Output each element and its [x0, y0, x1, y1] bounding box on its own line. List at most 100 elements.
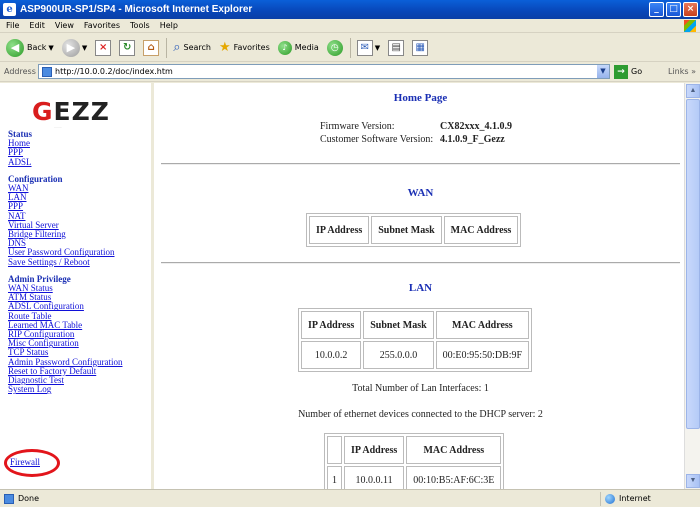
menu-help[interactable]: Help — [160, 21, 178, 30]
menu-file[interactable]: File — [6, 21, 19, 30]
forward-dropdown-icon[interactable]: ▼ — [82, 44, 87, 52]
table-header-row: IP Address MAC Address — [327, 436, 502, 464]
sidebar-link-home[interactable]: Home — [8, 138, 123, 148]
sidebar-link-system-log[interactable]: System Log — [8, 385, 123, 394]
vertical-scrollbar[interactable]: ▲ ▼ — [684, 83, 700, 489]
firmware-row: Firmware Version: CX82xxx_4.1.0.9 — [320, 121, 512, 134]
toolbar-separator — [166, 37, 168, 58]
search-label: Search — [183, 43, 211, 52]
lan-interface-count: Total Number of Lan Interfaces: 1 — [352, 383, 489, 394]
history-button[interactable]: ◷ — [325, 37, 345, 59]
logo-g: G — [32, 97, 54, 126]
sidebar-frame: GEZZ ········ Status Home PPP ADSL Configura… — [2, 83, 154, 489]
close-button[interactable]: × — [683, 2, 698, 17]
wan-heading: WAN — [407, 187, 434, 199]
table-cell: 00:E0:95:50:DB:9F — [435, 341, 530, 369]
maximize-button[interactable]: □ — [666, 2, 681, 17]
menu-tools[interactable]: Tools — [130, 21, 150, 30]
table-header: IP Address — [301, 311, 362, 339]
links-toolbar[interactable]: Links » — [668, 67, 696, 76]
favorites-star-icon: ★ — [218, 40, 231, 55]
scroll-thumb[interactable] — [686, 99, 700, 429]
refresh-button[interactable]: ↻ — [117, 37, 137, 59]
forward-button[interactable]: ▶ ▼ — [60, 37, 89, 59]
wan-table: IP Address Subnet Mask MAC Address — [306, 213, 522, 247]
home-icon: ⌂ — [143, 39, 160, 56]
table-header: Subnet Mask — [371, 216, 442, 244]
browser-window: e ASP900UR-SP1/SP4 - Microsoft Internet … — [0, 0, 700, 507]
window-title: ASP900UR-SP1/SP4 - Microsoft Internet Ex… — [20, 4, 253, 15]
media-button[interactable]: ♪ Media — [276, 37, 321, 59]
logo-rest: EZZ — [53, 97, 110, 126]
status-bar: Done Internet — [0, 489, 700, 507]
divider — [161, 262, 680, 264]
search-icon: ⌕ — [173, 40, 181, 55]
table-header-row: IP Address Subnet Mask MAC Address — [309, 216, 519, 244]
main-frame: Home Page Firmware Version: CX82xxx_4.1.… — [157, 83, 684, 489]
sidebar-link-save-settings-reboot[interactable]: Save Settings / Reboot — [8, 257, 123, 267]
table-row: 1 10.0.0.11 00:10:B5:AF:6C:3E — [327, 466, 502, 489]
media-label: Media — [294, 43, 319, 52]
media-icon: ♪ — [277, 40, 292, 55]
firmware-label: Firmware Version: — [320, 121, 395, 132]
history-icon: ◷ — [326, 39, 343, 56]
favorites-button[interactable]: ★ Favorites — [217, 37, 272, 59]
title-bar: e ASP900UR-SP1/SP4 - Microsoft Internet … — [0, 0, 700, 19]
sidebar-link-lan[interactable]: LAN — [8, 193, 123, 202]
address-bar: Address http://10.0.0.2/doc/index.htm ▼ … — [0, 62, 700, 82]
customer-label: Customer Software Version: — [320, 134, 434, 145]
back-dropdown-icon[interactable]: ▼ — [48, 44, 53, 52]
table-header: MAC Address — [406, 436, 502, 464]
page-content: GEZZ ········ Status Home PPP ADSL Configura… — [0, 83, 700, 489]
table-cell: 10.0.0.11 — [344, 466, 405, 489]
scroll-down-icon[interactable]: ▼ — [686, 474, 700, 488]
edit-button[interactable]: ▦ — [410, 37, 430, 59]
mail-button[interactable]: ✉ ▼ — [355, 37, 382, 59]
page-title: Home Page — [393, 92, 448, 104]
minimize-button[interactable]: _ — [649, 2, 664, 17]
zone-label: Internet — [619, 494, 651, 503]
table-cell: 10.0.0.2 — [301, 341, 362, 369]
back-label: Back — [27, 43, 47, 52]
menu-bar: File Edit View Favorites Tools Help — [0, 19, 700, 33]
go-label: Go — [631, 67, 643, 76]
search-button[interactable]: ⌕ Search — [171, 37, 213, 59]
lan-heading: LAN — [408, 282, 433, 294]
stop-button[interactable]: × — [93, 37, 113, 59]
table-header: IP Address — [344, 436, 405, 464]
menu-favorites[interactable]: Favorites — [84, 21, 120, 30]
menu-edit[interactable]: Edit — [29, 21, 45, 30]
menu-view[interactable]: View — [55, 21, 74, 30]
divider — [161, 163, 680, 165]
address-input[interactable]: http://10.0.0.2/doc/index.htm ▼ — [38, 64, 610, 79]
gezz-logo: GEZZ — [32, 97, 110, 126]
version-info: Firmware Version: CX82xxx_4.1.0.9 Custom… — [320, 121, 512, 147]
page-done-icon — [4, 493, 14, 504]
table-cell: 1 — [327, 466, 342, 489]
table-row: 10.0.0.2 255.0.0.0 00:E0:95:50:DB:9F — [301, 341, 530, 369]
security-zone: Internet — [600, 491, 700, 506]
table-cell: 255.0.0.0 — [363, 341, 434, 369]
sidebar-link-adsl[interactable]: ADSL — [8, 157, 123, 167]
address-dropdown-icon[interactable]: ▼ — [597, 65, 609, 78]
mail-dropdown-icon[interactable]: ▼ — [375, 44, 380, 52]
go-button[interactable]: → Go — [614, 64, 643, 79]
toolbar-separator-2 — [349, 37, 351, 58]
home-button[interactable]: ⌂ — [141, 37, 161, 59]
customer-row: Customer Software Version: 4.1.0.9_F_Gez… — [320, 134, 512, 147]
customer-value: 4.1.0.9_F_Gezz — [440, 134, 505, 145]
dhcp-table: IP Address MAC Address 1 10.0.0.11 00:10… — [324, 433, 505, 489]
ie-icon: e — [3, 3, 16, 16]
refresh-icon: ↻ — [119, 39, 136, 56]
go-arrow-icon: → — [614, 64, 628, 79]
table-header: IP Address — [309, 216, 370, 244]
print-button[interactable]: ▤ — [386, 37, 406, 59]
sidebar-link-firewall[interactable]: Firewall — [10, 457, 40, 467]
back-button[interactable]: ◀ Back ▼ — [4, 37, 56, 59]
table-header: MAC Address — [435, 311, 530, 339]
scroll-up-icon[interactable]: ▲ — [686, 84, 700, 98]
stop-icon: × — [95, 39, 112, 56]
table-header-row: IP Address Subnet Mask MAC Address — [301, 311, 530, 339]
logo-underline: ········ — [54, 125, 62, 129]
back-arrow-icon: ◀ — [6, 38, 24, 57]
